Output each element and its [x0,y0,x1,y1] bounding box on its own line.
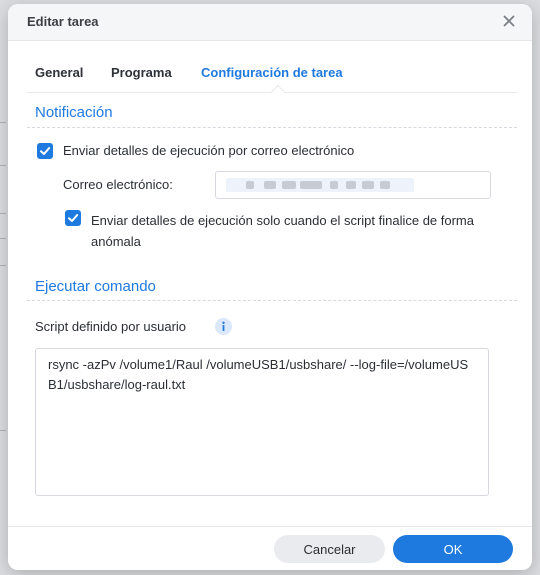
email-label: Correo electrónico: [63,177,173,192]
script-label: Script definido por usuario [35,319,187,334]
send-details-checkbox[interactable] [37,143,53,159]
background-divider [0,265,6,266]
background-divider [0,238,6,239]
background-divider [0,213,6,214]
redacted-email [226,178,414,192]
tab-configuracion-de-tarea[interactable]: Configuración de tarea [201,65,343,80]
dialog-footer: Cancelar OK [8,526,532,570]
edit-task-dialog: Editar tarea General Programa Configurac… [8,4,532,570]
tab-programa[interactable]: Programa [111,65,172,80]
background-divider [0,165,6,166]
ok-button[interactable]: OK [393,535,513,563]
info-icon[interactable] [215,318,232,335]
notification-heading: Notificación [35,104,113,121]
tab-bar: General Programa Configuración de tarea [8,40,532,100]
close-icon [503,15,515,27]
only-abnormal-checkbox[interactable] [65,210,81,226]
section-divider [27,300,517,301]
send-details-label: Enviar detalles de ejecución por correo … [63,143,355,158]
cancel-button[interactable]: Cancelar [274,535,385,563]
info-glyph [222,321,225,331]
background-divider [0,430,6,431]
section-divider [27,127,517,128]
script-textarea[interactable]: rsync -azPv /volume1/Raul /volumeUSB1/us… [35,348,489,496]
email-field[interactable] [215,171,491,199]
dialog-titlebar: Editar tarea [8,4,532,41]
run-command-heading: Ejecutar comando [35,278,156,295]
checkmark-icon [40,147,51,155]
tab-general[interactable]: General [35,65,83,80]
background-divider [0,122,6,123]
dialog-title: Editar tarea [27,14,99,29]
active-tab-indicator [270,84,286,100]
checkmark-icon [68,214,79,222]
only-abnormal-label: Enviar detalles de ejecución solo cuando… [91,213,474,249]
close-button[interactable] [499,11,519,31]
